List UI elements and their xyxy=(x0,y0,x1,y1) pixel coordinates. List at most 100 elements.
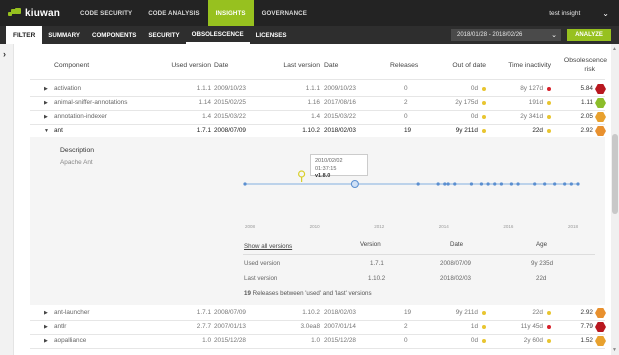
last-version: 1.4 xyxy=(311,113,320,120)
scroll-thumb[interactable] xyxy=(612,134,618,214)
component-name[interactable]: activation xyxy=(54,85,81,92)
release-dot[interactable] xyxy=(533,182,537,186)
release-dot[interactable] xyxy=(436,182,440,186)
chevron-right-icon[interactable]: › xyxy=(3,49,6,59)
tab-security[interactable]: SECURITY xyxy=(142,26,185,44)
status-dot-icon xyxy=(547,115,551,119)
release-dot[interactable] xyxy=(569,182,573,186)
last-version-date: 2018/02/03 xyxy=(440,275,471,282)
release-dot[interactable] xyxy=(416,182,420,186)
used-version-label: Used version xyxy=(244,260,281,267)
col-header-last-date[interactable]: Date xyxy=(324,62,338,69)
last-date: 2007/01/14 xyxy=(324,323,356,330)
used-version-pin-icon[interactable] xyxy=(298,170,306,178)
used-version: 1.14 xyxy=(198,99,211,106)
release-dot[interactable] xyxy=(479,182,484,186)
time-inactivity: 22d xyxy=(532,309,543,316)
vertical-scrollbar[interactable]: ▲ ▼ xyxy=(611,44,619,355)
releases-count: 19 xyxy=(244,290,251,297)
brand-name: kiuwan xyxy=(25,7,61,19)
selected-release-dot[interactable] xyxy=(350,180,359,188)
release-dot[interactable] xyxy=(553,182,557,186)
release-dot[interactable] xyxy=(499,182,504,186)
last-date: 2015/12/28 xyxy=(324,337,356,344)
chevron-down-icon[interactable]: ⌄ xyxy=(602,9,609,18)
col-header-component[interactable]: Component xyxy=(54,62,89,69)
tab-summary[interactable]: SUMMARY xyxy=(42,26,86,44)
release-dot[interactable] xyxy=(453,182,457,186)
status-dot-icon xyxy=(482,325,486,329)
analyze-button[interactable]: ANALYZE xyxy=(567,29,611,41)
col-header-used-date[interactable]: Date xyxy=(214,62,228,69)
table-row[interactable]: ▶ aopalliance 1.0 2015/12/28 1.0 2015/12/28 0 0… xyxy=(0,334,611,348)
used-version: 1.1.1 xyxy=(196,85,211,92)
table-row[interactable]: ▼ ant 1.7.1 2008/07/09 1.10.2 2018/02/03 19 9y … xyxy=(0,124,611,138)
expand-caret-icon[interactable]: ▶ xyxy=(44,338,48,344)
nav-insights[interactable]: INSIGHTS xyxy=(207,0,254,26)
col-header-out-of-date[interactable]: Out of date xyxy=(452,62,486,69)
table-row[interactable]: ▶ antlr 2.7.7 2007/01/13 3.0ea8 2007/01/14 2 1d… xyxy=(0,320,611,334)
nav-code-analysis[interactable]: CODE ANALYSIS xyxy=(140,0,207,26)
versions-divider xyxy=(243,254,595,255)
date-range-value: 2018/01/28 - 2018/02/26 xyxy=(457,32,523,38)
status-dot-icon xyxy=(482,339,486,343)
release-dot[interactable] xyxy=(576,182,580,186)
release-dot[interactable] xyxy=(469,182,474,186)
date-range-select[interactable]: 2018/01/28 - 2018/02/26 ⌄ xyxy=(451,29,561,41)
show-all-versions-link[interactable]: Show all versions xyxy=(244,243,292,250)
release-dot[interactable] xyxy=(563,182,567,186)
component-name[interactable]: aopalliance xyxy=(54,337,86,344)
component-name[interactable]: ant xyxy=(54,127,63,134)
release-dot[interactable] xyxy=(243,182,247,186)
table-row[interactable]: ▶ ant-launcher 1.7.1 2008/07/09 1.10.2 2018/0… xyxy=(0,306,611,320)
expand-caret-icon[interactable]: ▶ xyxy=(44,86,48,92)
col-header-time-inactivity[interactable]: Time inactivity xyxy=(508,62,551,69)
nav-code-security[interactable]: CODE SECURITY xyxy=(72,0,140,26)
scroll-down-icon[interactable]: ▼ xyxy=(612,347,617,353)
nav-governance[interactable]: GOVERNANCE xyxy=(254,0,315,26)
used-version-marker[interactable] xyxy=(298,170,306,182)
table-row[interactable]: ▶ activation 1.1.1 2009/10/23 1.1.1 2009/10/2… xyxy=(0,82,611,96)
main-nav: CODE SECURITY CODE ANALYSIS INSIGHTS GOV… xyxy=(72,0,315,26)
release-dot[interactable] xyxy=(516,182,520,186)
component-name[interactable]: ant-launcher xyxy=(54,309,90,316)
col-header-used-version[interactable]: Used version xyxy=(171,62,211,69)
kiuwan-logo[interactable]: kiuwan xyxy=(8,8,72,19)
table-row[interactable]: ▶ animal-sniffer-annotations 1.14 2015/02/2… xyxy=(0,96,611,110)
status-dot-icon xyxy=(482,129,486,133)
used-version: 1.7.1 xyxy=(196,127,211,134)
component-name[interactable]: annotation-indexer xyxy=(54,113,107,120)
releases-count: 2 xyxy=(404,99,408,106)
release-dot[interactable] xyxy=(443,182,447,186)
scroll-up-icon[interactable]: ▲ xyxy=(612,46,617,52)
tab-components[interactable]: COMPONENTS xyxy=(86,26,142,44)
release-dot[interactable] xyxy=(446,182,450,186)
component-name[interactable]: animal-sniffer-annotations xyxy=(54,99,127,106)
tab-licenses[interactable]: LICENSES xyxy=(250,26,293,44)
col-header-last-version[interactable]: Last version xyxy=(283,62,320,69)
releases-count: 0 xyxy=(404,85,408,92)
filter-button[interactable]: FILTER xyxy=(6,26,43,44)
table-row[interactable]: ▶ annotation-indexer 1.4 2015/03/22 1.4 2015/… xyxy=(0,110,611,124)
timeline-axis-label: 2016 xyxy=(503,224,514,229)
collapse-caret-icon[interactable]: ▼ xyxy=(44,128,49,134)
logo-icon xyxy=(8,8,21,18)
used-version-value: 1.7.1 xyxy=(370,260,384,267)
expand-caret-icon[interactable]: ▶ xyxy=(44,100,48,106)
user-menu[interactable]: test insight ⌄ xyxy=(549,0,609,26)
expand-caret-icon[interactable]: ▶ xyxy=(44,114,48,120)
release-dot[interactable] xyxy=(543,182,547,186)
expand-caret-icon[interactable]: ▶ xyxy=(44,310,48,316)
col-header-obsolescence[interactable]: Obsolescence xyxy=(564,57,607,64)
component-name[interactable]: antlr xyxy=(54,323,66,330)
release-dot[interactable] xyxy=(486,182,490,186)
expand-caret-icon[interactable]: ▶ xyxy=(44,324,48,330)
out-of-date: 2y 175d xyxy=(455,99,478,106)
release-dot[interactable] xyxy=(509,182,513,186)
table-header: Component Used version Date Last version… xyxy=(0,57,611,76)
versions-header-version: Version xyxy=(360,241,381,248)
release-dot[interactable] xyxy=(493,182,497,186)
tab-obsolescence[interactable]: OBSOLESCENCE xyxy=(185,26,250,44)
timeline-axis-label: 2018 xyxy=(568,224,579,229)
col-header-releases[interactable]: Releases xyxy=(390,62,418,69)
